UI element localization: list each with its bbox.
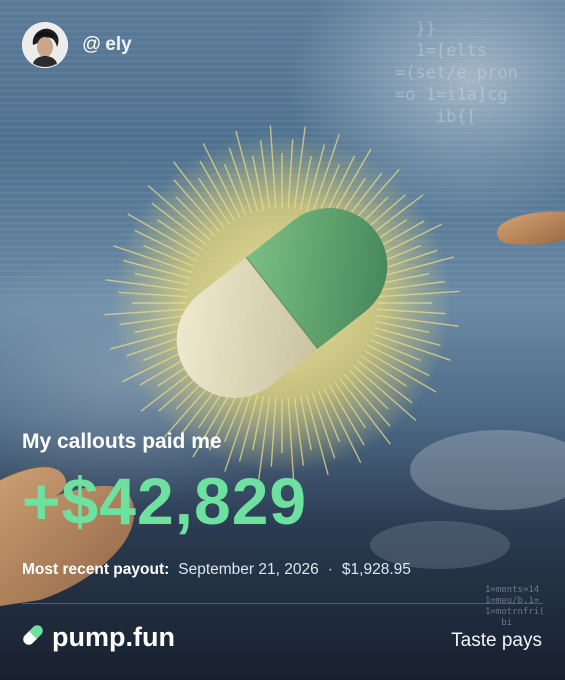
pill-icon xyxy=(22,622,44,653)
right-hand xyxy=(497,211,565,245)
headline: My callouts paid me xyxy=(22,430,222,453)
avatar[interactable] xyxy=(22,22,68,68)
username[interactable]: @ ely xyxy=(82,34,132,56)
separator-dot: · xyxy=(327,561,333,578)
payout-amount: +$42,829 xyxy=(22,464,308,538)
recent-payout-value: $1,928.95 xyxy=(341,561,411,578)
tagline: Taste pays xyxy=(451,630,542,651)
divider xyxy=(22,603,543,604)
payout-card: }} 1=[elts =(set/e_pron =o 1=i1a]cg ib{[… xyxy=(0,0,565,680)
recent-payout-label: Most recent payout: xyxy=(22,561,170,578)
username-text: ely xyxy=(105,34,132,55)
recent-payout-date: September 21, 2026 xyxy=(178,561,319,578)
brand-name: pump.fun xyxy=(52,622,175,652)
recent-payout: Most recent payout: September 21, 2026 ·… xyxy=(22,561,411,579)
user-header: @ ely xyxy=(22,22,132,68)
brand-logo[interactable]: pump.fun xyxy=(22,622,175,653)
at-symbol: @ xyxy=(82,34,102,55)
